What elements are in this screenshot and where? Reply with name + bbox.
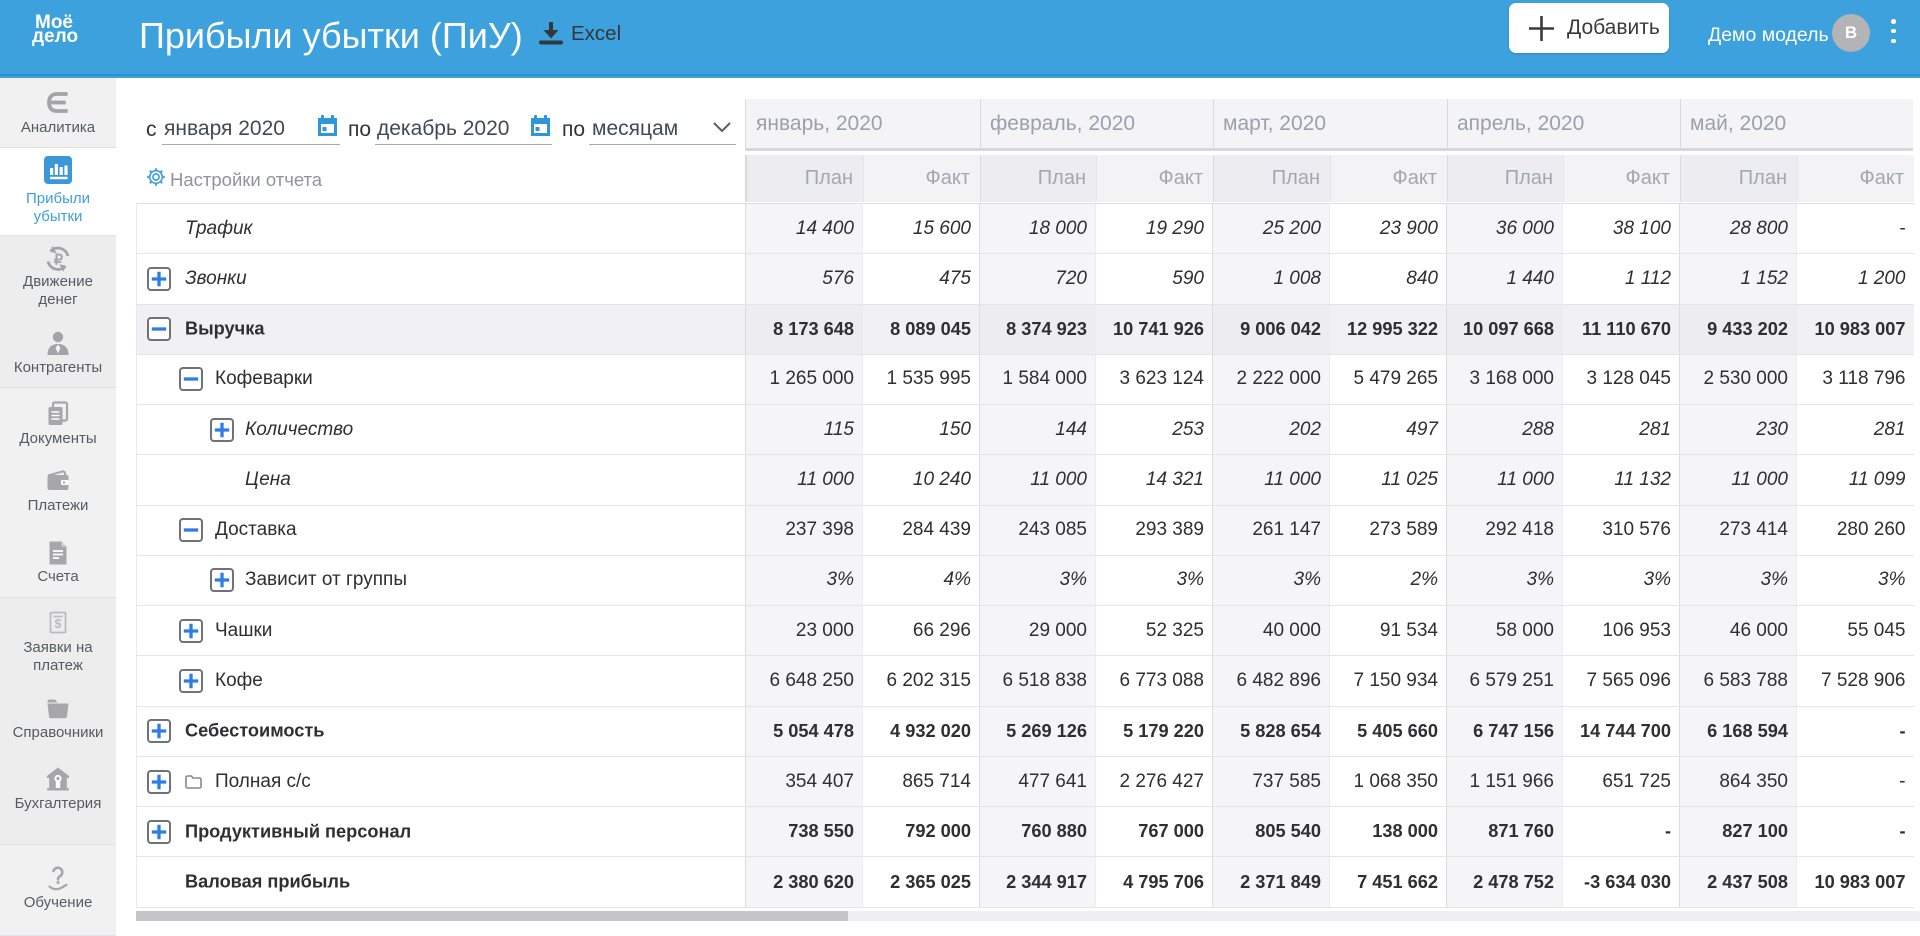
svg-text:₽: ₽ (54, 253, 64, 269)
svg-text:$: $ (55, 617, 62, 631)
